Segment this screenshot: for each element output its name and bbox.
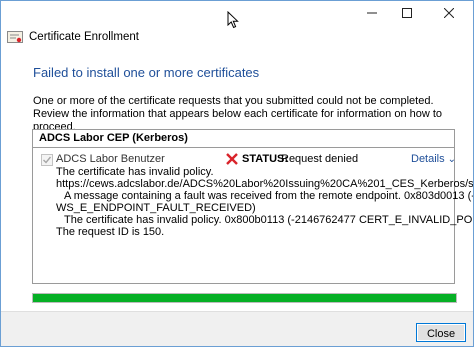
message-line: The certificate has invalid policy. 0x80… xyxy=(64,214,474,226)
chevron-down-icon: ⌄ xyxy=(447,154,457,165)
page-heading: Failed to install one or more certificat… xyxy=(33,65,260,80)
certificate-app-icon xyxy=(7,31,23,43)
details-label: Details xyxy=(411,153,445,165)
close-icon xyxy=(444,8,454,18)
error-x-icon xyxy=(226,153,238,165)
close-button[interactable]: Close xyxy=(416,323,466,342)
panel-header: ADCS Labor CEP (Kerberos) xyxy=(33,130,454,148)
message-line: https://cews.adcslabor.de/ADCS%20Labor%2… xyxy=(56,178,474,190)
certificate-checkbox[interactable] xyxy=(41,154,53,166)
checkmark-icon xyxy=(43,156,52,164)
minimize-icon xyxy=(367,12,377,14)
message-line: WS_E_ENDPOINT_FAULT_RECEIVED) xyxy=(56,202,256,214)
message-line: A message containing a fault was receive… xyxy=(64,190,473,202)
progress-bar xyxy=(32,293,457,303)
app-header: Certificate Enrollment xyxy=(7,29,139,45)
enrollment-policy-panel: ADCS Labor CEP (Kerberos) ADCS Labor Ben… xyxy=(32,129,473,284)
close-window-button[interactable] xyxy=(425,1,473,25)
progress-fill xyxy=(33,294,456,302)
mouse-cursor-icon xyxy=(227,11,239,29)
certificate-name: ADCS Labor Benutzer xyxy=(56,153,165,165)
message-line: The certificate has invalid policy. xyxy=(56,166,214,178)
message-line: The request ID is 150. xyxy=(56,226,165,238)
status-value: Request denied xyxy=(281,153,359,165)
dialog-window: Certificate Enrollment Failed to install… xyxy=(0,0,474,347)
dialog-footer: Close xyxy=(1,311,473,346)
app-title: Certificate Enrollment xyxy=(29,31,139,43)
details-toggle[interactable]: Details ⌄ xyxy=(411,153,456,165)
maximize-icon xyxy=(402,8,412,18)
maximize-button[interactable] xyxy=(390,1,424,25)
minimize-button[interactable] xyxy=(355,1,389,25)
